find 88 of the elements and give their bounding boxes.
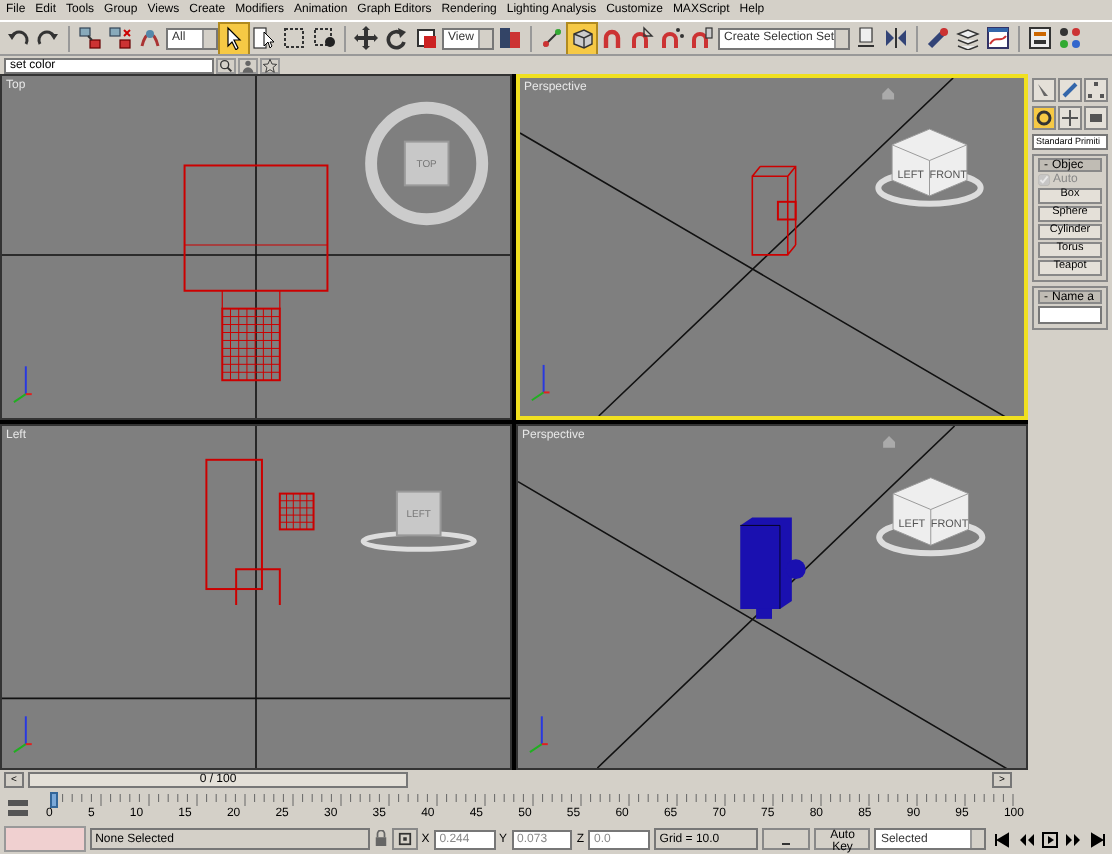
view-cube-drawing[interactable] [875,128,984,207]
light-icon [1060,108,1080,128]
move-icon [354,26,378,50]
schematic-icon [1028,26,1052,50]
pivot-tool-button[interactable] [496,23,524,53]
curve-editor-tool-button[interactable] [984,23,1012,53]
spinner-magnet-tool-button[interactable] [688,23,716,53]
grid-object-drawing [278,492,315,531]
unlink-tool-button[interactable] [106,23,134,53]
material-spheres-tool-button[interactable] [1056,23,1084,53]
scale-tool-button[interactable] [412,23,440,53]
light-category-button[interactable] [1058,106,1082,130]
layers-tool-button[interactable] [954,23,982,53]
go-to-start-button[interactable] [990,829,1012,849]
star-icon [262,53,278,77]
axis-tripod-icon [530,363,551,402]
align-tool-button[interactable] [924,23,952,53]
dashed-square-tool-button[interactable] [280,23,308,53]
link-icon [78,26,102,50]
camera-category-button[interactable] [1084,106,1108,130]
angle-magnet-icon [630,26,654,50]
cube-tool-button[interactable] [568,23,596,53]
hierarchy-icon [1086,80,1106,100]
modify-icon [1060,80,1080,100]
star-filter-button[interactable] [260,57,280,73]
layers-icon [956,26,980,50]
percent-magnet-tool-button[interactable] [658,23,686,53]
dashed-square-icon [282,26,306,50]
cube-icon [570,26,594,50]
link-tool-button[interactable] [76,23,104,53]
hierarchy-tab-button[interactable] [1084,78,1108,102]
person-filter-button[interactable] [238,57,258,73]
mirror-icon [884,26,908,50]
absolute-mode-button[interactable] [391,828,418,850]
redo-icon [36,26,60,50]
play-icon [1041,831,1058,847]
window-crossing-tool-button[interactable] [310,23,338,53]
spinner-magnet-icon [690,26,714,50]
scale-icon [414,26,438,50]
previous-key-button[interactable] [1015,829,1036,849]
go-to-start-icon [993,831,1009,847]
go-to-end-icon [1089,831,1106,847]
named-selection-tool-button[interactable] [852,23,880,53]
bind-icon [138,26,162,50]
view-cube-drawing[interactable] [876,477,986,557]
grid-object-drawing [221,307,281,382]
search-filter-button[interactable] [216,57,236,73]
play-button[interactable] [1039,829,1060,849]
curve-editor-icon [986,26,1010,50]
angle-magnet-tool-button[interactable] [628,23,656,53]
previous-key-icon [1017,831,1034,847]
material-spheres-icon [1058,26,1082,50]
name-field[interactable] [1038,306,1102,324]
camera-icon [1086,108,1106,128]
next-key-button[interactable] [1063,829,1084,849]
align-icon [926,26,950,50]
next-key-icon [1065,831,1082,847]
axis-tripod-icon [12,365,33,404]
mirror-tool-button[interactable] [882,23,910,53]
track-icon [6,795,30,819]
create-tab-button[interactable] [1032,78,1056,102]
sphere-category-button[interactable] [1032,106,1056,130]
unlink-icon [108,26,132,50]
view-cube-drawing[interactable] [360,490,477,552]
cursor-tool-button[interactable] [220,23,248,53]
percent-magnet-icon [660,26,684,50]
rotate-icon [384,26,408,50]
time-thumb[interactable] [50,792,58,808]
manipulate-tool-button[interactable] [538,23,566,53]
create-icon [1034,80,1054,100]
magnet-icon [600,26,624,50]
select-list-icon [252,26,276,50]
pivot-icon [498,26,522,50]
move-tool-button[interactable] [352,23,380,53]
sphere-icon [1034,108,1054,128]
rotate-tool-button[interactable] [382,23,410,53]
modify-tab-button[interactable] [1058,78,1082,102]
window-crossing-icon [312,26,336,50]
undo-icon [6,26,30,50]
named-selection-icon [854,26,878,50]
schematic-tool-button[interactable] [1026,23,1054,53]
lock-icon [373,830,388,848]
go-to-end-button[interactable] [1087,829,1108,849]
axis-tripod-icon [12,715,33,754]
manipulate-icon [540,26,564,50]
select-list-tool-button[interactable] [250,23,278,53]
axis-tripod-icon [528,715,549,754]
script-listener-field[interactable] [4,826,86,852]
